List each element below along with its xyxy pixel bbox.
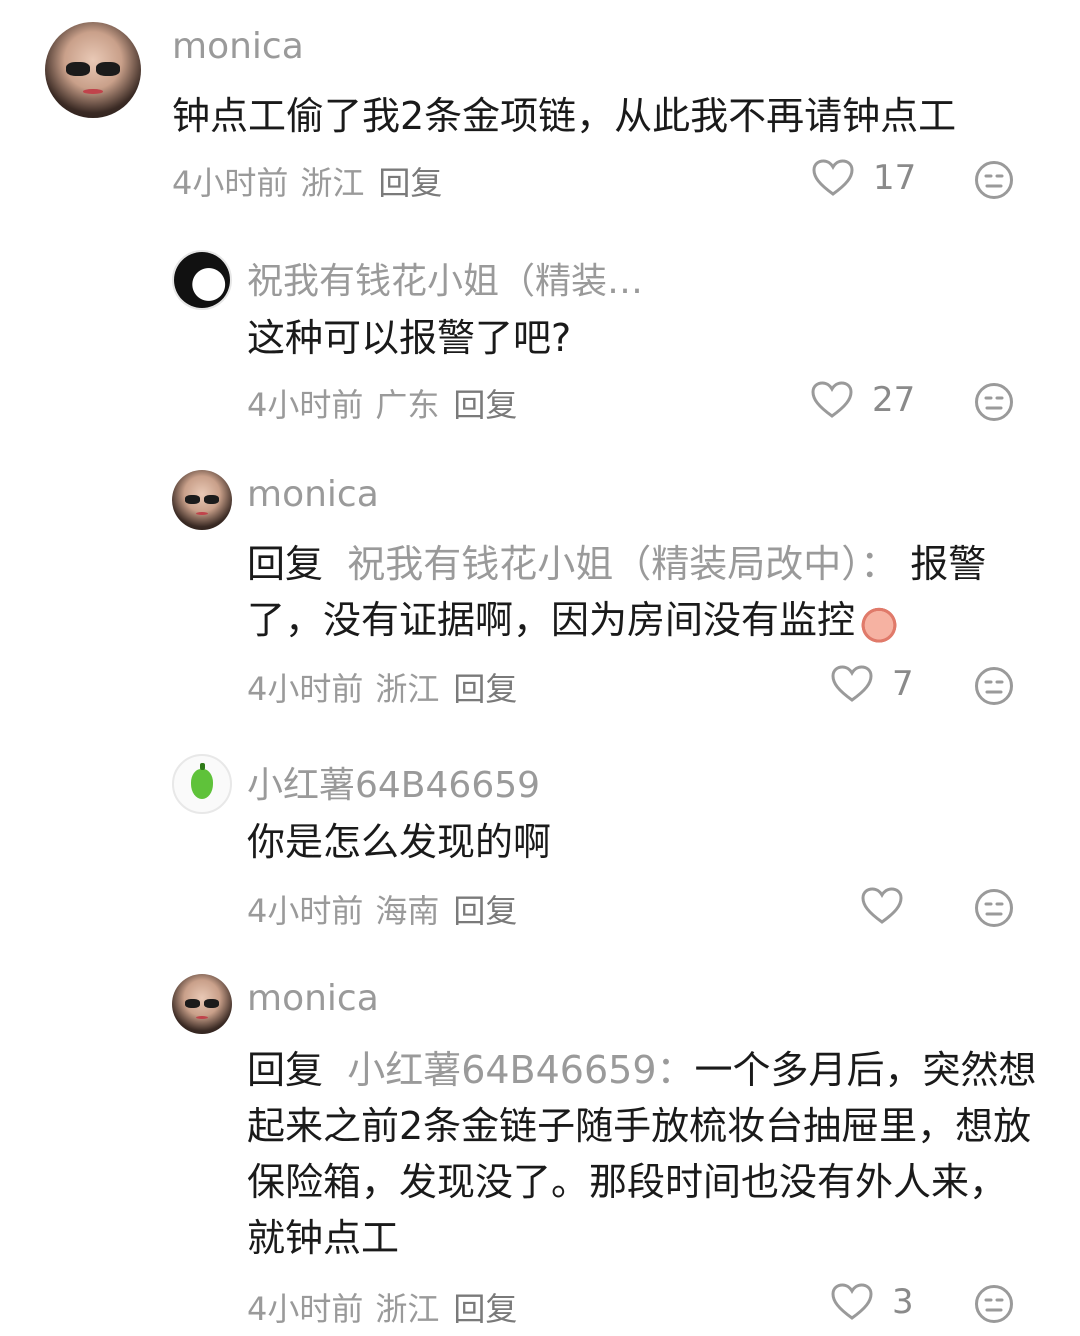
comment-time: 4小时前 — [247, 670, 364, 708]
comment-author[interactable]: 小红薯64B46659 — [247, 756, 540, 808]
like-button[interactable]: 17 — [811, 158, 916, 198]
reply-item: 小红薯64B46659 你是怎么发现的啊 4小时前 海南 回复 — [0, 740, 1080, 950]
reply-button[interactable]: 回复 — [453, 1290, 517, 1328]
like-button[interactable]: 7 — [830, 664, 928, 704]
like-count: 7 — [892, 664, 914, 704]
like-count: 17 — [873, 158, 917, 198]
comment-author[interactable]: 祝我有钱花小姐（精装… — [247, 252, 643, 304]
heart-icon — [812, 159, 854, 196]
comment-meta: 4小时前 浙江 回复 — [172, 158, 442, 204]
heart-icon — [831, 1283, 873, 1320]
comment-text: 你是怎么发现的啊 — [247, 820, 552, 864]
like-count: 3 — [892, 1282, 914, 1322]
comment-meta: 4小时前 浙江 回复 — [247, 664, 517, 710]
comment-item: monica 钟点工偷了我2条金项链，从此我不再请钟点工 4小时前 浙江 回复 17 — [0, 0, 1080, 220]
comment-text: 这种可以报警了吧? — [247, 316, 572, 360]
dislike-face-icon[interactable] — [974, 888, 1014, 928]
comment-time: 4小时前 — [172, 164, 289, 202]
reply-button[interactable]: 回复 — [453, 386, 517, 424]
like-count: 27 — [872, 380, 916, 420]
comment-author[interactable]: monica — [247, 978, 379, 1019]
comment-time: 4小时前 — [247, 1290, 364, 1328]
comment-time: 4小时前 — [247, 386, 364, 424]
dislike-face-icon[interactable] — [974, 666, 1014, 706]
reply-button[interactable]: 回复 — [378, 164, 442, 202]
reply-button[interactable]: 回复 — [453, 892, 517, 930]
comment-location: 浙江 — [375, 670, 440, 708]
comment-meta: 4小时前 浙江 回复 — [247, 1284, 517, 1330]
like-button[interactable] — [860, 886, 958, 926]
comment-location: 浙江 — [300, 164, 365, 202]
like-button[interactable]: 27 — [810, 380, 915, 420]
heart-icon — [861, 887, 903, 924]
reply-item: monica 回复 小红薯64B46659：一个多月后，突然想起来之前2条金链子… — [0, 962, 1080, 1336]
comment-meta: 4小时前 海南 回复 — [247, 886, 517, 932]
reply-target-user[interactable]: 小红薯64B46659： — [347, 1048, 694, 1092]
reply-button[interactable]: 回复 — [453, 670, 517, 708]
heart-icon — [831, 665, 873, 702]
crying-face-emoji — [859, 600, 900, 645]
comment-text: 回复 祝我有钱花小姐（精装局改中）： 报警了，没有证据啊，因为房间没有监控 — [247, 536, 1037, 648]
comment-location: 海南 — [375, 892, 440, 930]
reply-target-user[interactable]: 祝我有钱花小姐（精装局改中）： — [347, 542, 898, 586]
user-avatar[interactable] — [172, 470, 232, 530]
user-avatar[interactable] — [172, 974, 232, 1034]
reply-prefix: 回复 — [247, 542, 324, 586]
dislike-face-icon[interactable] — [974, 160, 1014, 200]
user-avatar[interactable] — [45, 22, 141, 118]
comment-author[interactable]: monica — [247, 474, 379, 515]
comment-author[interactable]: monica — [172, 26, 304, 67]
comment-text: 回复 小红薯64B46659：一个多月后，突然想起来之前2条金链子随手放梳妆台抽… — [247, 1042, 1037, 1266]
like-button[interactable]: 3 — [830, 1282, 928, 1322]
reply-item: 祝我有钱花小姐（精装… 这种可以报警了吧? 4小时前 广东 回复 27 — [0, 230, 1080, 440]
comment-text: 钟点工偷了我2条金项链，从此我不再请钟点工 — [172, 94, 957, 138]
comment-time: 4小时前 — [247, 892, 364, 930]
dislike-face-icon[interactable] — [974, 1284, 1014, 1324]
reply-prefix: 回复 — [247, 1048, 324, 1092]
reply-item: monica 回复 祝我有钱花小姐（精装局改中）： 报警了，没有证据啊，因为房间… — [0, 458, 1080, 728]
comment-meta: 4小时前 广东 回复 — [247, 380, 517, 426]
comment-location: 浙江 — [375, 1290, 440, 1328]
user-avatar[interactable] — [172, 250, 232, 310]
user-avatar[interactable] — [172, 754, 232, 814]
heart-icon — [811, 381, 853, 418]
dislike-face-icon[interactable] — [974, 382, 1014, 422]
comment-location: 广东 — [375, 386, 440, 424]
green-pepper-icon — [191, 763, 213, 799]
